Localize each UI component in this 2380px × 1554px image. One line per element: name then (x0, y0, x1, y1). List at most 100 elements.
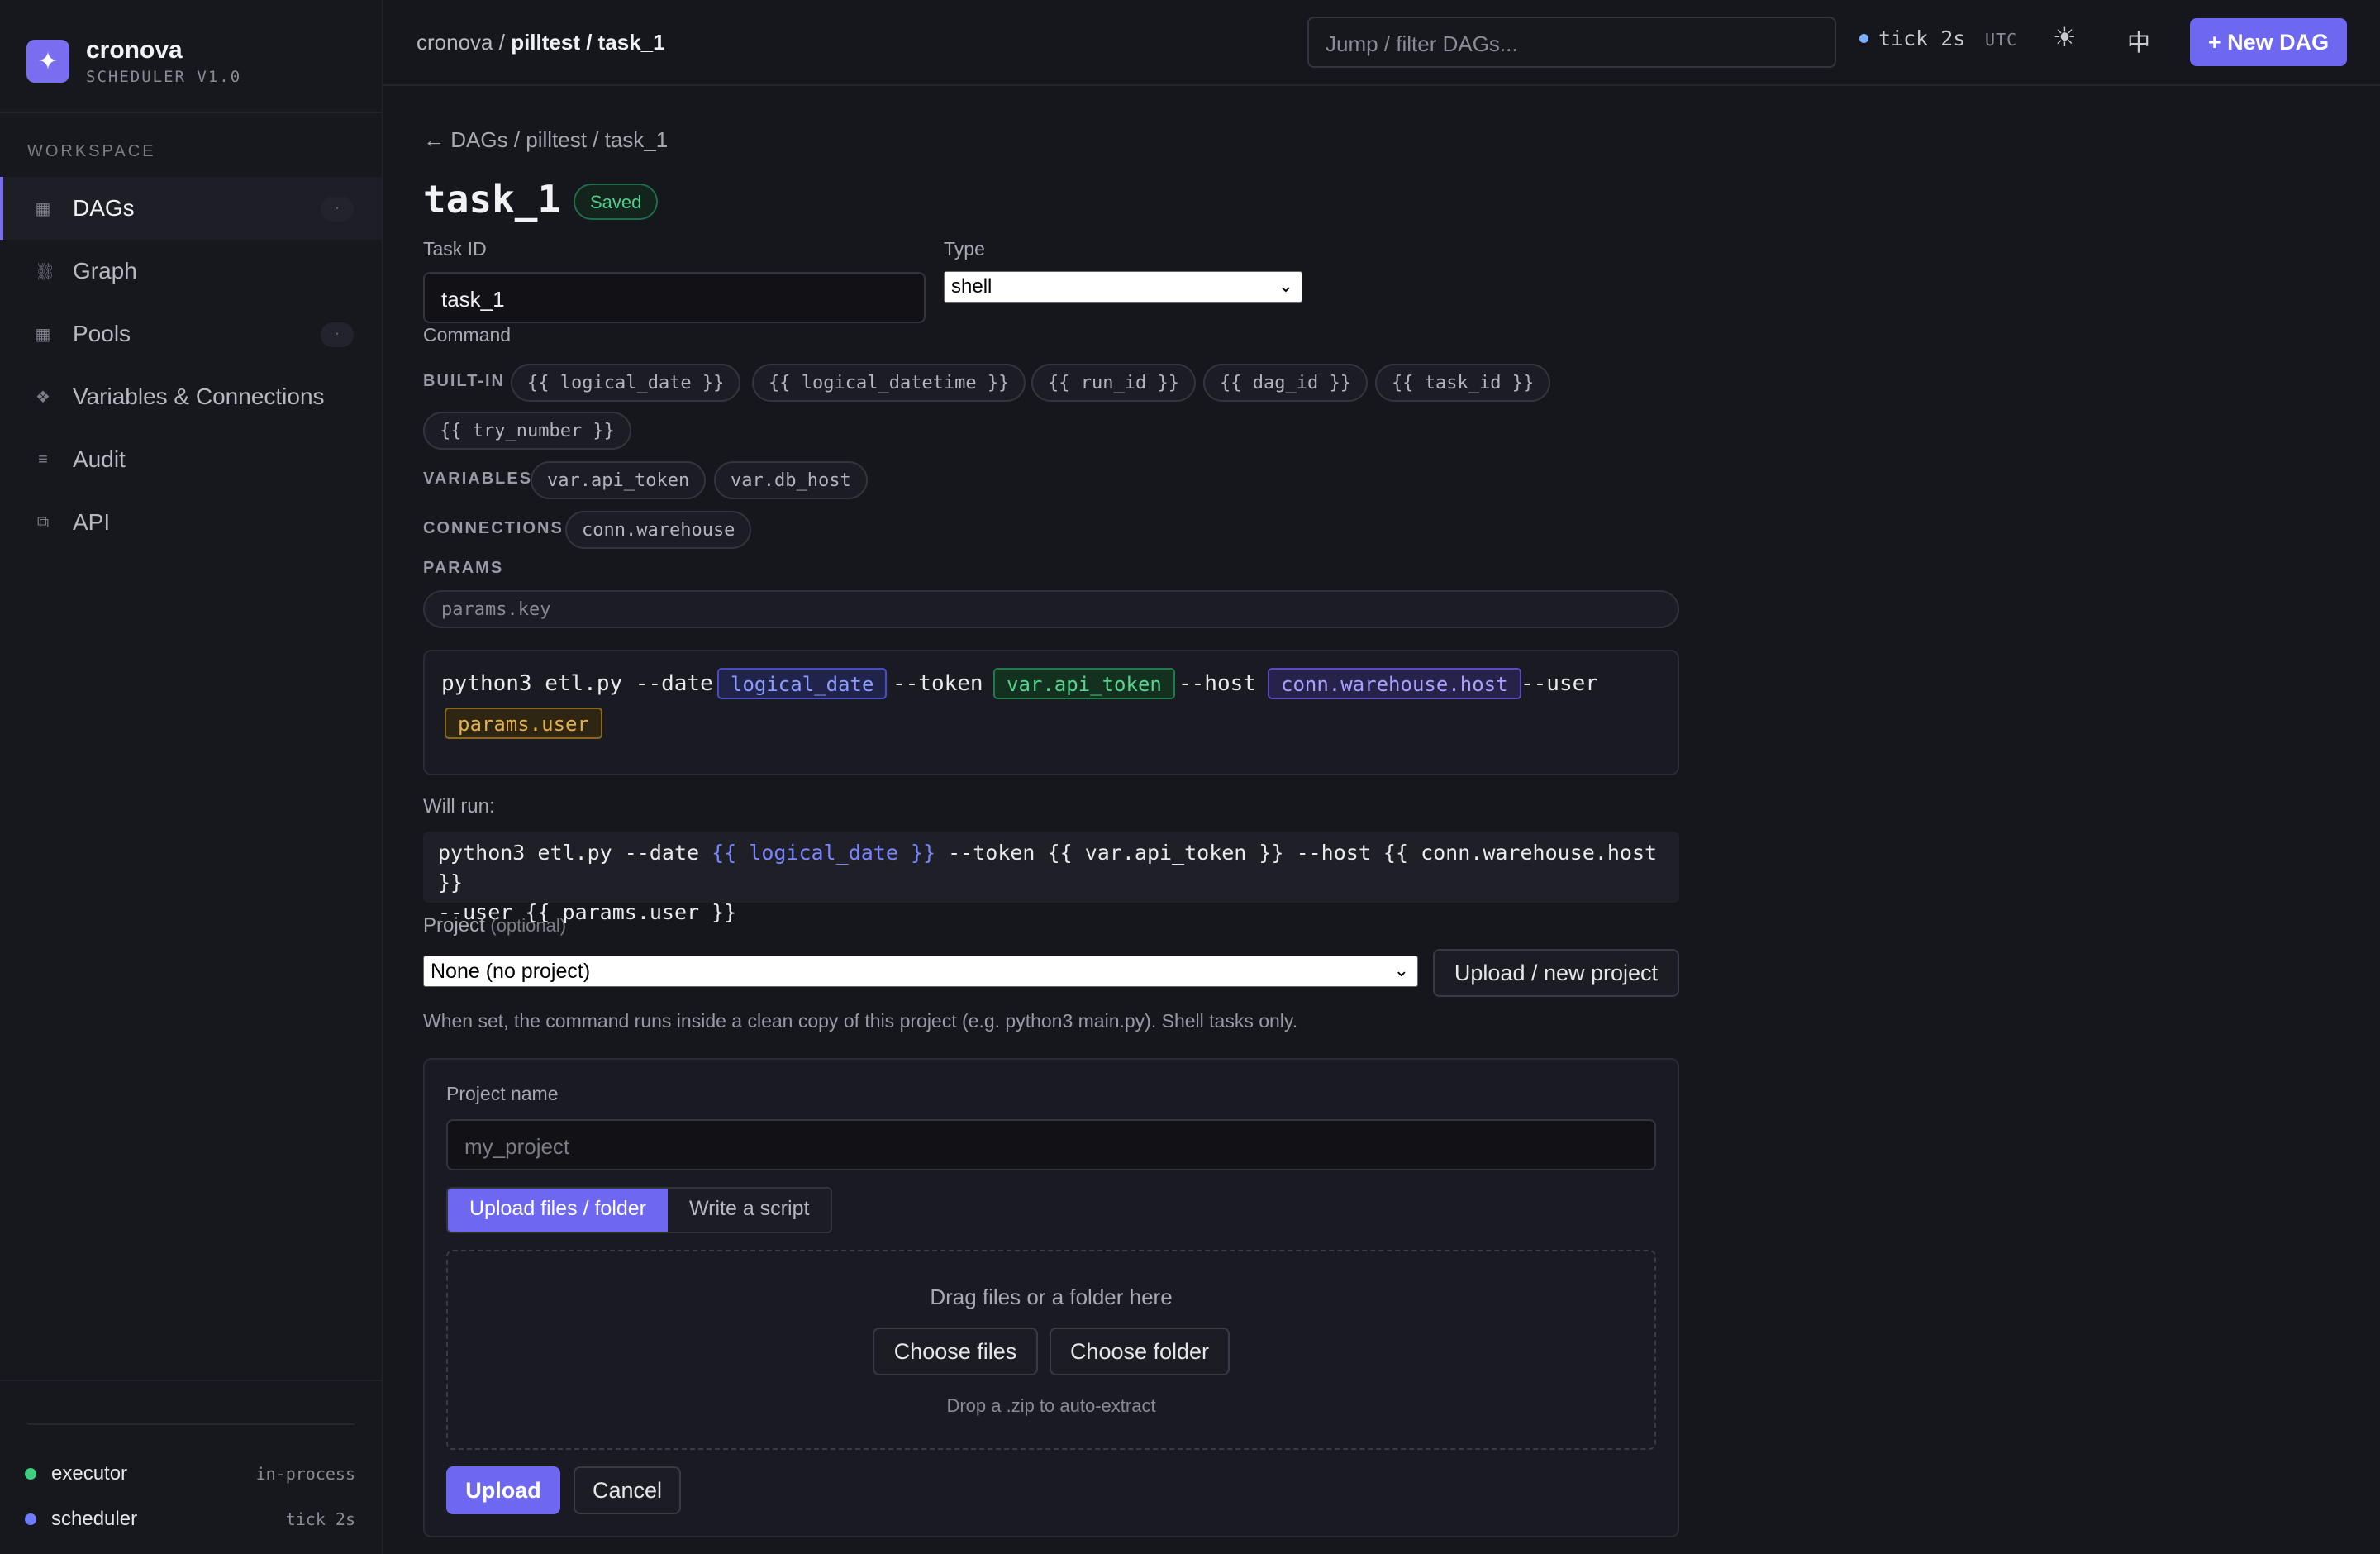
project-optional: (optional) (490, 915, 567, 936)
status-value: tick 2s (285, 1509, 355, 1529)
command-token: var.api_token (993, 668, 1175, 699)
variables-label: VARIABLES (423, 470, 533, 488)
type-select-value: shell (951, 275, 992, 298)
sidebar-item-graph[interactable]: ⛓ Graph (0, 240, 382, 303)
dropzone-text: Drag files or a folder here (930, 1285, 1173, 1309)
topbar: cronova / pilltest / task_1 Jump / filte… (383, 0, 2380, 86)
search-input[interactable]: Jump / filter DAGs... (1307, 17, 1836, 68)
status-executor: executor in-process (25, 1459, 355, 1489)
status-dot (25, 1513, 36, 1525)
page-title: task_1 (423, 177, 561, 222)
dropzone-hint: Drop a .zip to auto-extract (946, 1395, 1156, 1416)
sidebar-item-label: Pools (73, 321, 131, 346)
connections-label: CONNECTIONS (423, 519, 564, 537)
preview-text: --user {{ params.user }} (438, 900, 737, 924)
sidebar-item-label: Audit (73, 446, 126, 472)
will-run-preview: python3 etl.py --date {{ logical_date }}… (423, 832, 1679, 924)
sidebar-item-pools[interactable]: ▦ Pools · (0, 303, 382, 365)
preview-highlight: {{ logical_date }} (712, 841, 936, 865)
will-run-label: Will run: (423, 795, 495, 818)
divider (0, 1380, 382, 1381)
upload-button[interactable]: Upload (446, 1466, 560, 1514)
type-select[interactable]: shell ⌄ (944, 271, 1302, 303)
tab-write-script[interactable]: Write a script (668, 1189, 831, 1232)
list-icon: ≡ (38, 450, 48, 469)
breadcrumb: cronova / pilltest / task_1 (416, 30, 665, 55)
type-label: Type (944, 238, 985, 260)
tick-indicator: tick 2s (1859, 26, 1965, 50)
new-dag-button[interactable]: + New DAG (2190, 18, 2347, 66)
divider (27, 1423, 355, 1425)
status-badge: Saved (574, 184, 659, 220)
sidebar-item-variables[interactable]: ❖ Variables & Connections (0, 365, 382, 428)
count-badge: · (321, 322, 354, 347)
builtin-chip[interactable]: {{ dag_id }} (1203, 364, 1368, 402)
sidebar-item-api[interactable]: ⧉ API (0, 491, 382, 554)
divider (0, 112, 382, 113)
builtin-chip[interactable]: {{ try_number }} (423, 412, 631, 450)
sparkle-icon: ✦ (26, 40, 69, 83)
sidebar-item-dags[interactable]: ▦ DAGs · (0, 177, 382, 240)
command-text: --host (1178, 671, 1256, 696)
command-label: Command (423, 324, 512, 346)
status-value: in-process (255, 1464, 355, 1484)
variables-icon: ❖ (36, 388, 50, 407)
upload-new-project-button[interactable]: Upload / new project (1433, 949, 1679, 997)
sidebar-nav: ▦ DAGs · ⛓ Graph ▦ Pools · ❖ Variables &… (0, 177, 382, 554)
project-label-text: Project (423, 914, 485, 937)
graph-icon: ⛓ (35, 262, 56, 281)
sidebar-item-audit[interactable]: ≡ Audit (0, 428, 382, 491)
command-editor[interactable]: python3 etl.py --date logical_date --tok… (423, 650, 1679, 775)
command-text: python3 etl.py --date (441, 671, 713, 696)
project-select-value: None (no project) (431, 960, 591, 983)
task-id-label: Task ID (423, 238, 487, 260)
status-name: executor (51, 1462, 128, 1485)
params-input[interactable]: params.key (423, 590, 1679, 628)
command-token: logical_date (717, 668, 888, 699)
task-id-input[interactable]: task_1 (423, 272, 926, 323)
builtin-chip[interactable]: {{ logical_date }} (511, 364, 741, 402)
variable-chip[interactable]: var.db_host (714, 461, 868, 499)
status-scheduler: scheduler tick 2s (25, 1504, 355, 1534)
builtin-chip[interactable]: {{ task_id }} (1375, 364, 1551, 402)
upload-project-card: Project name my_project Upload files / f… (423, 1058, 1679, 1537)
builtin-chip[interactable]: {{ run_id }} (1031, 364, 1196, 402)
grid-icon: ▦ (35, 199, 51, 218)
connection-chip[interactable]: conn.warehouse (565, 511, 752, 549)
count-badge: · (321, 197, 354, 222)
tab-upload-files[interactable]: Upload files / folder (448, 1189, 669, 1232)
status-dot (25, 1468, 36, 1480)
dropzone[interactable]: Drag files or a folder here Choose files… (446, 1250, 1656, 1450)
choose-folder-button[interactable]: Choose folder (1050, 1328, 1230, 1375)
status-name: scheduler (51, 1508, 138, 1530)
brand-version: SCHEDULER V1.0 (86, 68, 242, 86)
language-toggle[interactable]: 中 (2127, 25, 2150, 58)
breadcrumb-root[interactable]: cronova / (416, 30, 505, 55)
back-breadcrumb[interactable]: ← DAGs / pilltest / task_1 (423, 127, 668, 153)
breadcrumb-path: pilltest / task_1 (511, 30, 665, 55)
chevron-down-icon: ⌄ (1278, 275, 1293, 296)
project-select[interactable]: None (no project) ⌄ (423, 956, 1418, 987)
pool-icon: ▦ (35, 325, 51, 344)
params-label: PARAMS (423, 559, 504, 577)
command-token: params.user (445, 708, 602, 739)
preview-text: python3 etl.py --date (438, 841, 712, 865)
sidebar-item-label: Variables & Connections (73, 384, 325, 409)
chevron-down-icon: ⌄ (1393, 960, 1409, 980)
command-token: conn.warehouse.host (1268, 668, 1521, 699)
command-text: --token (892, 671, 983, 696)
status-dot (1859, 34, 1868, 43)
builtin-chip[interactable]: {{ logical_datetime }} (752, 364, 1026, 402)
sidebar-item-label: Graph (73, 258, 137, 284)
cancel-button[interactable]: Cancel (574, 1466, 681, 1514)
project-name-input[interactable]: my_project (446, 1119, 1656, 1170)
workspace-label: WORKSPACE (27, 142, 156, 160)
sun-icon[interactable]: ☀ (2053, 21, 2077, 53)
choose-files-button[interactable]: Choose files (873, 1328, 1038, 1375)
variable-chip[interactable]: var.api_token (531, 461, 707, 499)
timezone-label[interactable]: UTC (1985, 30, 2017, 50)
brand[interactable]: ✦ cronova SCHEDULER V1.0 (26, 36, 241, 86)
project-label: Project (optional) (423, 914, 566, 937)
project-hint: When set, the command runs inside a clea… (423, 1010, 1298, 1032)
sidebar: ✦ cronova SCHEDULER V1.0 WORKSPACE ▦ DAG… (0, 0, 383, 1554)
